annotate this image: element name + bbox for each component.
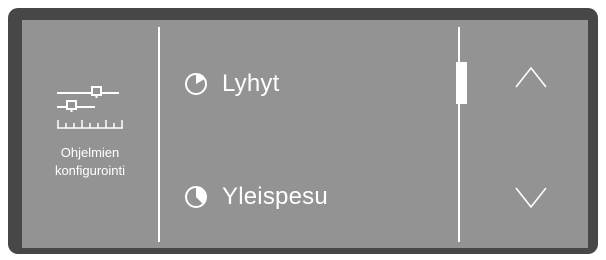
scrollbar-thumb[interactable]: [456, 62, 467, 104]
divider-right: [458, 27, 460, 242]
settings-sliders-icon: [57, 86, 123, 129]
chevron-down-icon[interactable]: [514, 186, 548, 210]
display-screen: Ohjelmien konfigurointi Lyhyt Yleispesu: [22, 20, 588, 248]
program-configuration-button[interactable]: Ohjelmien konfigurointi: [22, 20, 158, 248]
pie-icon-small-slice: [185, 73, 207, 95]
program-configuration-label: Ohjelmien konfigurointi: [22, 144, 158, 180]
program-name: Yleispesu: [222, 183, 328, 210]
program-name: Lyhyt: [222, 70, 280, 97]
divider-left: [158, 27, 160, 242]
label-line-1: Ohjelmien: [60, 145, 120, 160]
program-item-lyhyt[interactable]: Lyhyt: [184, 69, 279, 99]
chevron-up-icon[interactable]: [514, 65, 548, 89]
program-item-yleispesu[interactable]: Yleispesu: [184, 182, 328, 212]
label-line-2: konfigurointi: [54, 163, 126, 178]
pie-icon-half: [185, 186, 207, 208]
